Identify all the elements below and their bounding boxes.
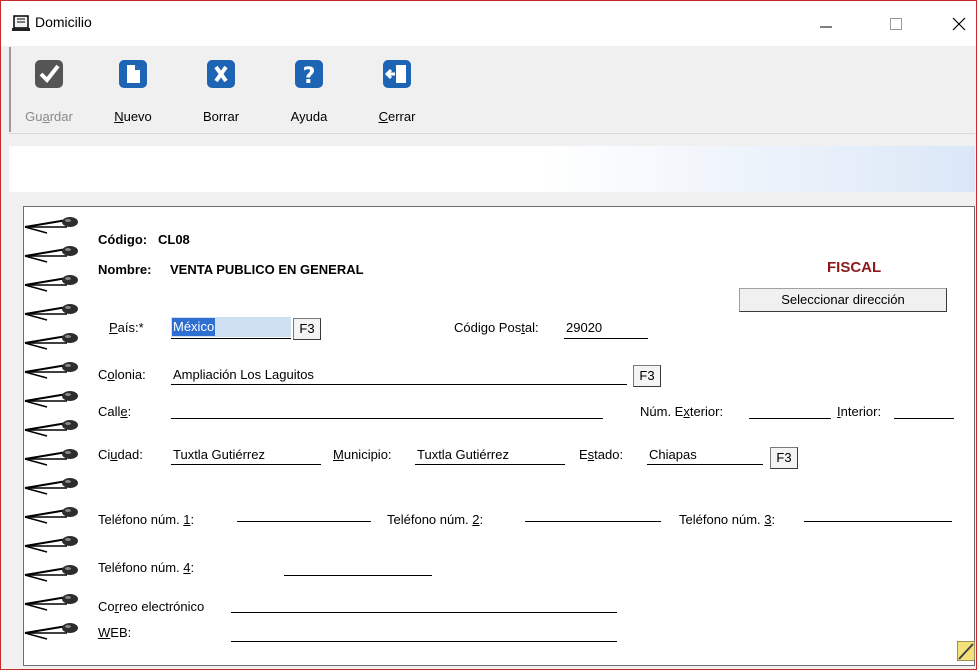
municipio-value: Tuxtla Gutiérrez — [417, 447, 509, 462]
correo-label: Correo electrónico — [98, 599, 205, 614]
colonia-f3-button[interactable]: F3 — [633, 365, 661, 387]
cerrar-button[interactable]: Cerrar — [367, 47, 427, 132]
fiscal-badge: FISCAL — [827, 259, 882, 276]
header-gradient-band — [9, 146, 975, 192]
new-document-icon — [119, 60, 147, 88]
telefono-4-label: Teléfono núm. 4: — [98, 560, 195, 575]
close-button[interactable] — [936, 1, 976, 46]
title-bar: Domicilio — [1, 1, 976, 46]
notebook-ring-icon — [24, 449, 78, 466]
borrar-label: Borrar — [202, 109, 240, 124]
notebook-ring-icon — [24, 623, 78, 640]
notebook-ring-icon — [24, 304, 78, 321]
notebook-ring-icon — [24, 362, 78, 379]
window-title: Domicilio — [35, 14, 92, 30]
notebook-ring-icon — [24, 478, 78, 495]
web-input[interactable] — [231, 641, 617, 642]
calle-input[interactable] — [171, 418, 603, 419]
colonia-label: Colonia: — [98, 367, 146, 382]
telefono-4-input[interactable] — [284, 575, 432, 576]
estado-f3-button[interactable]: F3 — [770, 447, 798, 469]
notebook-ring-icon — [24, 333, 78, 350]
estado-label: Estado: — [579, 447, 624, 462]
svg-text:?: ? — [303, 64, 316, 89]
delete-icon — [207, 60, 235, 88]
telefono-1-label: Teléfono núm. 1: — [98, 512, 195, 527]
colonia-input[interactable] — [171, 384, 627, 385]
ayuda-button[interactable]: ? Ayuda — [277, 47, 341, 132]
minimize-icon — [820, 26, 832, 27]
borrar-button[interactable]: Borrar — [191, 47, 251, 132]
ciudad-label: Ciudad: — [98, 447, 143, 462]
toolbar: Guardar Nuevo Borrar ? Ayuda Cerrar — [9, 47, 976, 132]
notebook-ring-icon — [24, 217, 78, 234]
checkmark-icon — [35, 60, 63, 88]
correo-input[interactable] — [231, 612, 617, 613]
colonia-value: Ampliación Los Laguitos — [173, 367, 314, 382]
notebook-ring-icon — [24, 594, 78, 611]
telefono-3-label: Teléfono núm. 3: — [679, 512, 776, 527]
domicilio-window: Domicilio Guardar Nuevo Borrar ? Ayuda C… — [0, 0, 977, 670]
maximize-icon — [890, 17, 902, 30]
close-icon — [952, 17, 966, 30]
notebook-ring-icon — [24, 275, 78, 292]
telefono-2-label: Teléfono núm. 2: — [387, 512, 484, 527]
toolbar-divider — [9, 133, 975, 134]
notebook-ring-icon — [24, 391, 78, 408]
pais-underline — [171, 338, 291, 339]
telefono-1-input[interactable] — [237, 521, 371, 522]
telefono-3-input[interactable] — [804, 521, 952, 522]
num-exterior-label: Núm. Exterior: — [640, 404, 724, 419]
municipio-label: Municipio: — [333, 447, 392, 462]
notebook-ring-icon — [24, 536, 78, 553]
pais-label: País:* — [109, 320, 144, 335]
pais-value: México — [172, 318, 216, 336]
maximize-button[interactable] — [873, 1, 919, 46]
ayuda-label: Ayuda — [290, 109, 328, 124]
minimize-button[interactable] — [803, 1, 849, 46]
guardar-label: Guardar — [25, 109, 73, 124]
nuevo-label: Nuevo — [114, 109, 152, 124]
codigo-postal-value: 29020 — [566, 320, 603, 335]
municipio-input[interactable] — [415, 464, 565, 465]
notebook-ring-icon — [24, 565, 78, 582]
codigo-postal-label: Código Postal: — [454, 320, 539, 335]
select-address-button[interactable]: Seleccionar dirección — [739, 288, 947, 312]
codigo-postal-input[interactable] — [564, 338, 648, 339]
interior-input[interactable] — [894, 418, 954, 419]
guardar-button[interactable]: Guardar — [19, 47, 79, 132]
calle-label: Calle: — [98, 404, 132, 419]
nuevo-button[interactable]: Nuevo — [103, 47, 163, 132]
app-icon — [12, 15, 30, 31]
telefono-2-input[interactable] — [525, 521, 661, 522]
codigo-value: CL08 — [158, 232, 190, 247]
nombre-value: VENTA PUBLICO EN GENERAL — [170, 262, 364, 277]
pais-f3-button[interactable]: F3 — [293, 318, 321, 340]
codigo-label: Código: — [98, 232, 148, 247]
estado-input[interactable] — [647, 464, 763, 465]
web-label: WEB: — [98, 625, 132, 640]
nombre-label: Nombre: — [98, 262, 152, 277]
ciudad-value: Tuxtla Gutiérrez — [173, 447, 265, 462]
ciudad-input[interactable] — [171, 464, 321, 465]
help-icon: ? — [295, 60, 323, 89]
cerrar-label: Cerrar — [378, 109, 416, 124]
exit-door-icon — [383, 60, 411, 88]
resize-grip-icon[interactable] — [957, 641, 975, 661]
notebook-ring-icon — [24, 507, 78, 524]
notebook-ring-icon — [24, 420, 78, 437]
estado-value: Chiapas — [649, 447, 697, 462]
interior-label: Interior: — [837, 404, 882, 419]
notebook-ring-icon — [24, 246, 78, 263]
num-exterior-input[interactable] — [749, 418, 831, 419]
